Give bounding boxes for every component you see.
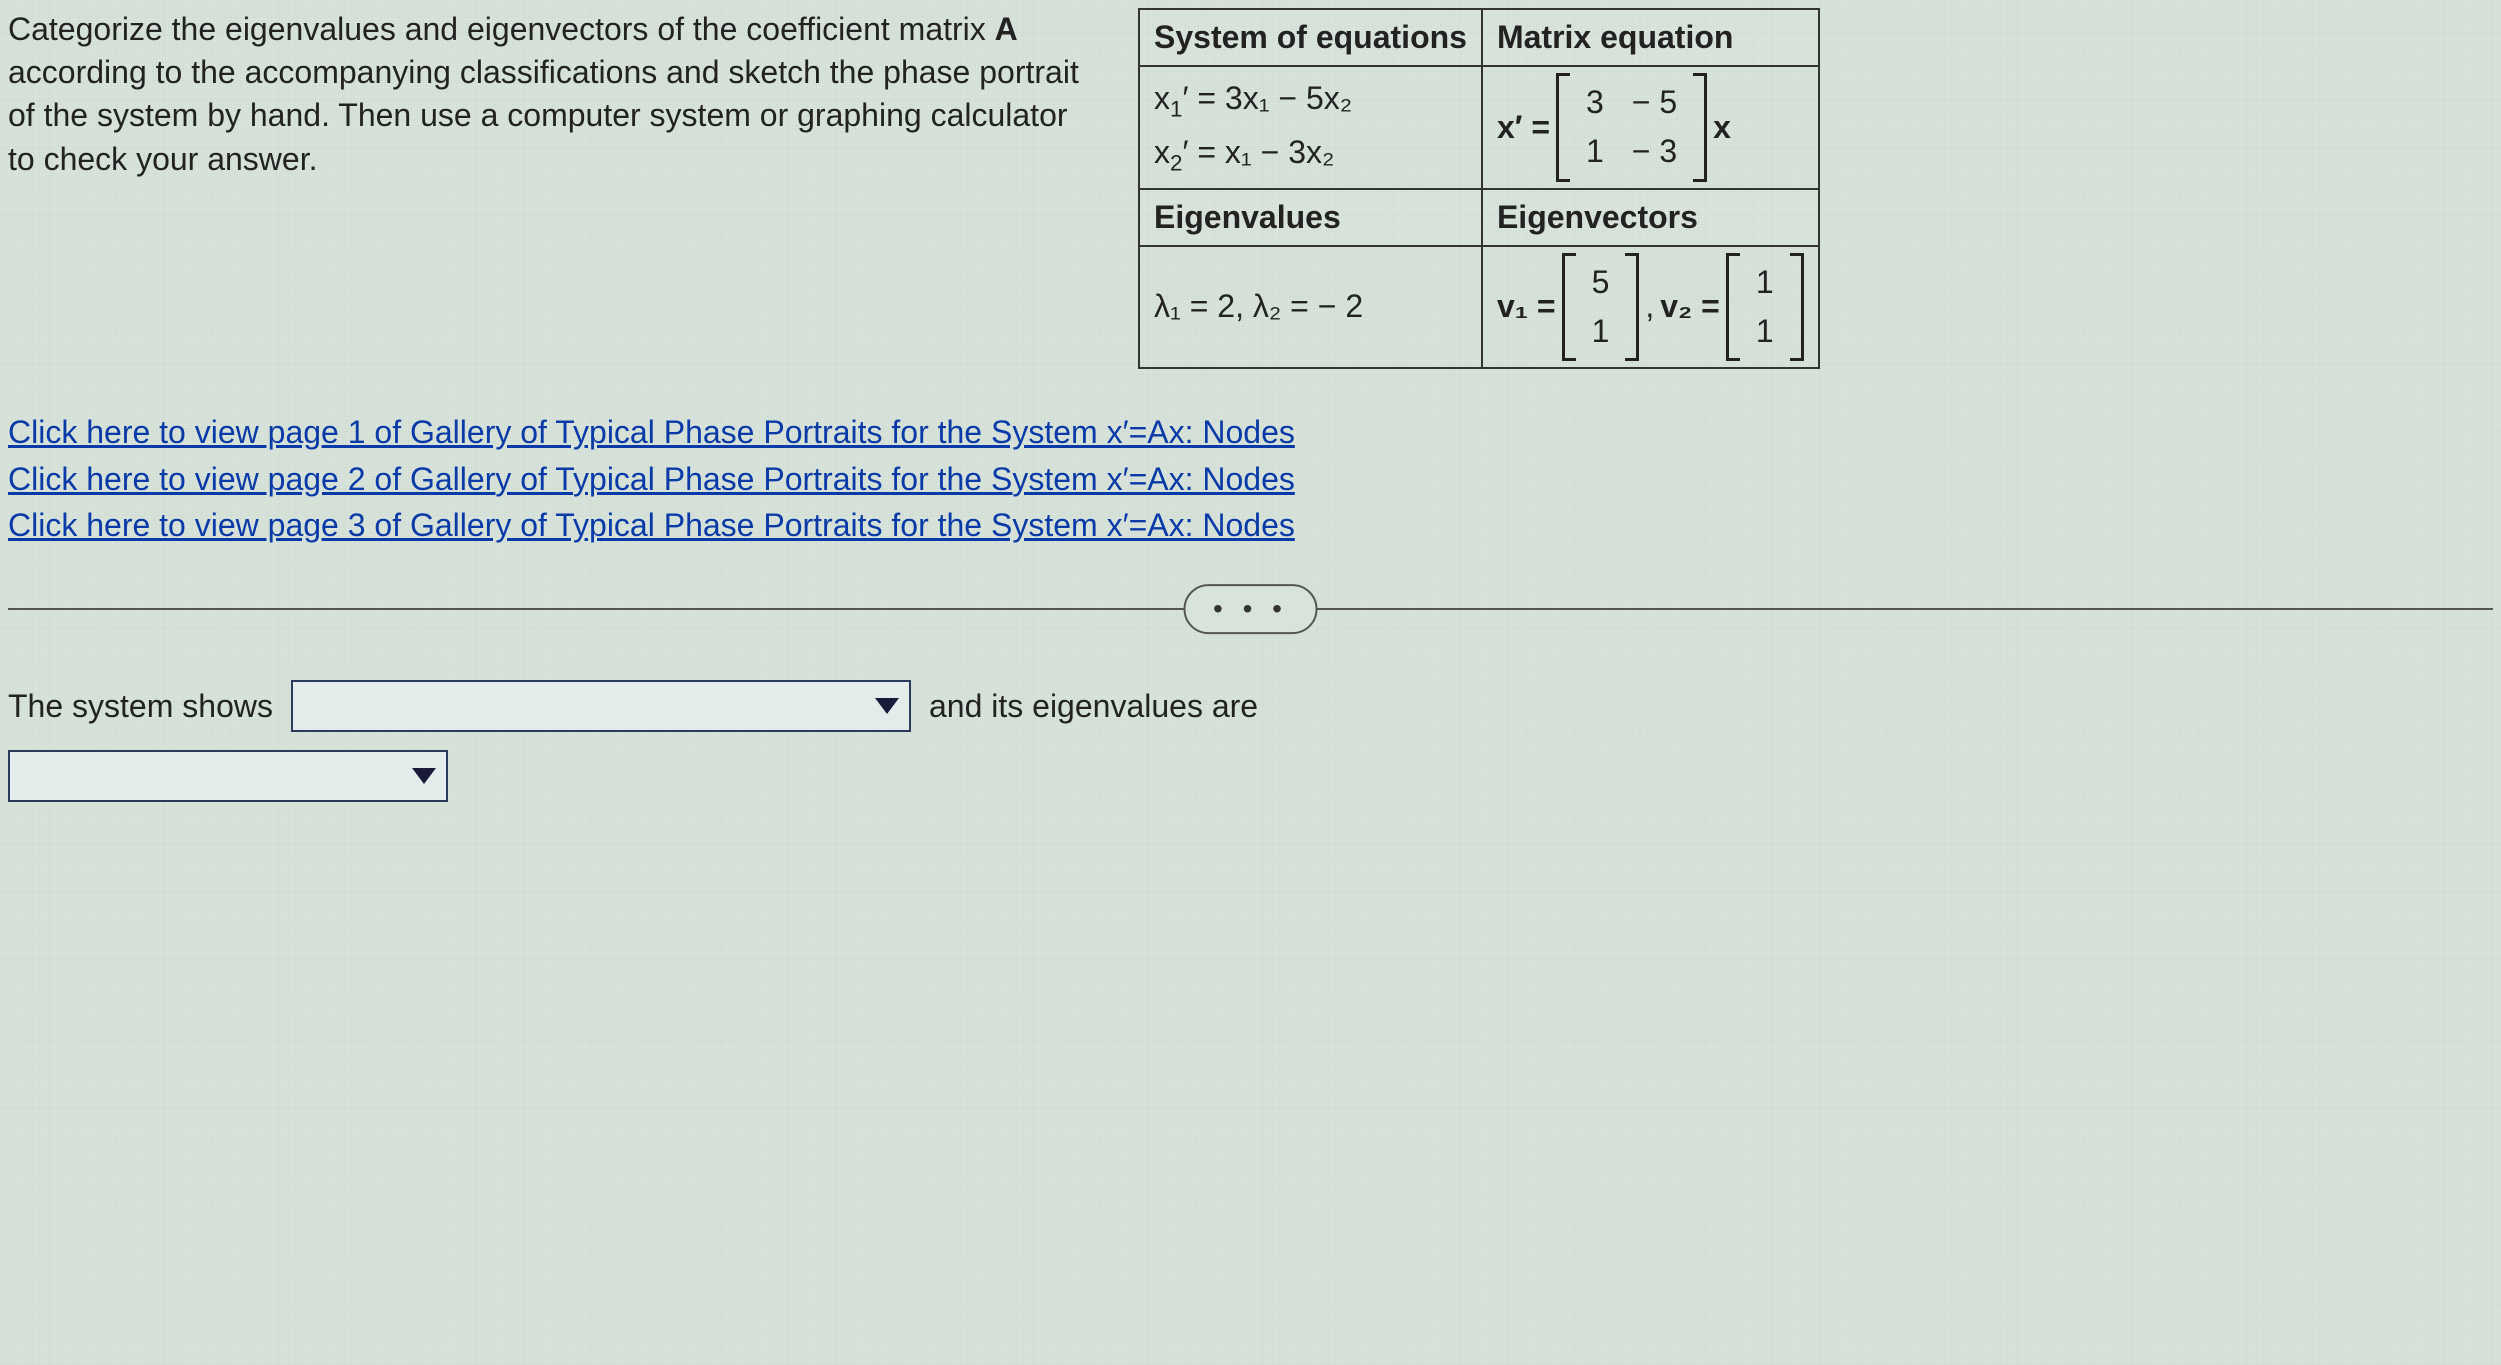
bracket-left-icon: [1556, 73, 1570, 181]
header-eigvals: Eigenvalues: [1139, 189, 1482, 246]
answer-mid: and its eigenvalues are: [929, 685, 1258, 728]
system-cell: x1′ = 3x₁ − 5x₂ x2′ = x₁ − 3x₂: [1139, 66, 1482, 188]
ellipsis-icon[interactable]: • • •: [1183, 584, 1318, 634]
equations-table: System of equations Matrix equation x1′ …: [1138, 8, 1820, 369]
bracket-right-icon: [1790, 253, 1804, 361]
header-matrix: Matrix equation: [1482, 9, 1819, 66]
system-type-dropdown[interactable]: [291, 680, 911, 732]
chevron-down-icon: [412, 768, 436, 784]
bracket-right-icon: [1625, 253, 1639, 361]
gallery-link-1[interactable]: Click here to view page 1 of Gallery of …: [8, 409, 2493, 455]
eigenvalue-type-dropdown[interactable]: [8, 750, 448, 802]
gallery-links: Click here to view page 1 of Gallery of …: [8, 409, 2493, 548]
eigenvectors-cell: v₁ = 5 1 , v₂ = 1 1: [1482, 246, 1819, 368]
gallery-link-3[interactable]: Click here to view page 3 of Gallery of …: [8, 502, 2493, 548]
prompt-text-1: Categorize the eigenvalues and eigenvect…: [8, 11, 995, 47]
eigenvalues-cell: λ₁ = 2, λ₂ = − 2: [1139, 246, 1482, 368]
bracket-left-icon: [1726, 253, 1740, 361]
answer-row-2: [8, 750, 2493, 802]
chevron-down-icon: [875, 698, 899, 714]
prompt-text-2: according to the accompanying classifica…: [8, 54, 1079, 176]
bracket-right-icon: [1693, 73, 1707, 181]
answer-prefix: The system shows: [8, 685, 273, 728]
matrix-lhs: x′ =: [1497, 106, 1550, 149]
matrix-rhs: x: [1713, 106, 1731, 149]
answer-row-1: The system shows and its eigenvalues are: [8, 680, 2493, 732]
question-prompt: Categorize the eigenvalues and eigenvect…: [8, 8, 1098, 181]
bracket-left-icon: [1562, 253, 1576, 361]
section-divider: • • •: [8, 608, 2493, 610]
gallery-link-2[interactable]: Click here to view page 2 of Gallery of …: [8, 456, 2493, 502]
header-eigvecs: Eigenvectors: [1482, 189, 1819, 246]
prompt-bold-A: A: [995, 11, 1018, 47]
header-system: System of equations: [1139, 9, 1482, 66]
matrix-eq-cell: x′ = 3 − 5 1 − 3 x: [1482, 66, 1819, 188]
